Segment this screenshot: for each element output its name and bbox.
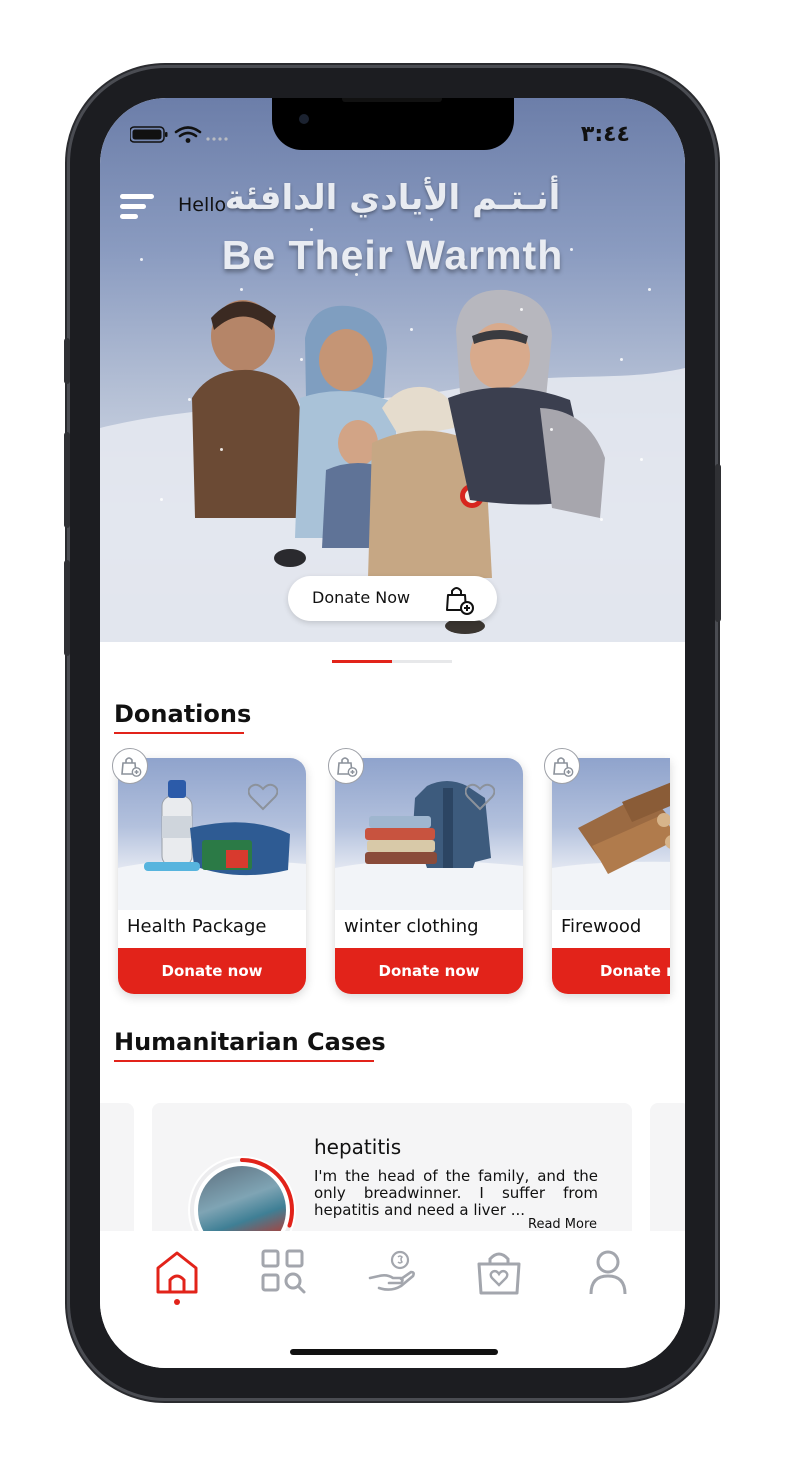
carousel-indicator-inactive: [392, 660, 452, 663]
case-card-prev[interactable]: [100, 1103, 134, 1243]
tab-bag[interactable]: [474, 1248, 524, 1298]
home-icon: [156, 1251, 198, 1294]
screen: أنـتـم الأيادي الدافئة Be Their Warmth ٣…: [100, 98, 685, 1368]
front-camera: [299, 114, 309, 124]
home-indicator: [290, 1349, 498, 1355]
add-to-bag-icon[interactable]: [328, 748, 364, 784]
donation-card-health[interactable]: Health Package Donate now: [118, 758, 306, 994]
donation-bag-plus-icon: [443, 583, 475, 619]
favorite-heart-icon[interactable]: [464, 783, 496, 815]
case-title: hepatitis: [314, 1135, 402, 1159]
cases-title-text: Humanitarian Cases: [114, 1028, 386, 1056]
status-icons: [129, 124, 240, 148]
donations-title-text: Donations: [114, 700, 252, 728]
signal-icon: [206, 137, 228, 141]
notch: [272, 98, 514, 150]
battery-icon: [129, 126, 168, 143]
hero-banner[interactable]: أنـتـم الأيادي الدافئة Be Their Warmth: [100, 98, 685, 642]
donation-card-name: Firewood: [561, 916, 642, 937]
hero-donate-button[interactable]: Donate Now: [288, 576, 497, 621]
tab-categories[interactable]: [260, 1248, 310, 1298]
donation-card-name: Health Package: [127, 916, 267, 937]
phone-volume-down: [64, 560, 70, 656]
menu-icon[interactable]: [120, 194, 156, 222]
case-description: I'm the head of the family, and the only…: [314, 1167, 598, 1219]
donate-hand-icon: [368, 1250, 415, 1291]
read-more-link[interactable]: Read More: [528, 1217, 597, 1232]
donations-title: Donations: [114, 700, 252, 734]
tab-donate[interactable]: [367, 1248, 417, 1298]
tab-profile[interactable]: [583, 1248, 633, 1298]
winter-clothing-image: [335, 758, 523, 910]
phone-volume-up: [64, 432, 70, 528]
cases-title: Humanitarian Cases: [114, 1028, 386, 1062]
categories-search-icon: [261, 1249, 306, 1294]
add-to-bag-icon[interactable]: [112, 748, 148, 784]
active-tab-dot: [174, 1299, 180, 1305]
donation-card-name: winter clothing: [344, 916, 479, 937]
hero-title-english: Be Their Warmth: [221, 232, 564, 278]
donation-bag-icon: [477, 1252, 521, 1295]
profile-icon: [589, 1250, 627, 1295]
case-card-next[interactable]: [650, 1103, 685, 1243]
phone-silent-switch: [64, 338, 70, 384]
hero-donate-label: Donate Now: [312, 588, 411, 607]
wifi-icon: [174, 126, 202, 143]
greeting: Hello: [178, 194, 227, 216]
favorite-heart-icon[interactable]: [247, 783, 279, 815]
status-time: ٣:٤٤: [580, 122, 630, 147]
health-package-image: [118, 758, 306, 910]
phone-power-button: [715, 464, 721, 622]
donation-card-firewood[interactable]: Firewood Donate now: [552, 758, 670, 994]
tab-home[interactable]: [152, 1248, 202, 1298]
carousel-indicator-active: [332, 660, 392, 663]
donate-now-button[interactable]: Donate now: [118, 948, 306, 994]
add-to-bag-icon[interactable]: [544, 748, 580, 784]
donate-now-button[interactable]: Donate now: [552, 948, 670, 994]
donate-now-button[interactable]: Donate now: [335, 948, 523, 994]
donation-card-clothing[interactable]: winter clothing Donate now: [335, 758, 523, 994]
